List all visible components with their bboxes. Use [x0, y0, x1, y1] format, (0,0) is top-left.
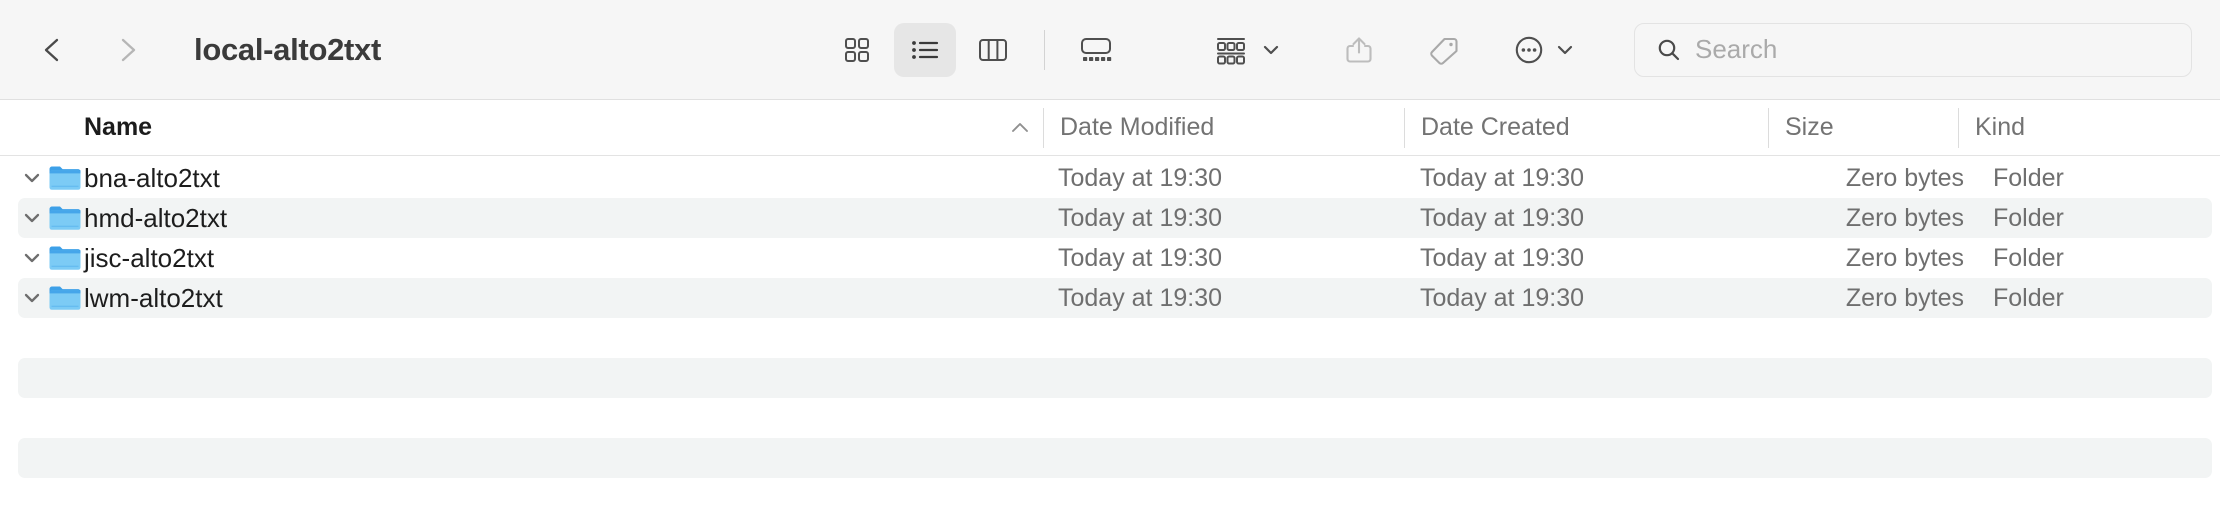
cell-date-modified: Today at 19:30 — [1058, 203, 1223, 232]
view-mode-switcher — [826, 22, 1127, 77]
finder-window: local-alto2txt Search Name Date Modified… — [0, 0, 2220, 510]
cell-date-modified: Today at 19:30 — [1058, 283, 1223, 312]
column-header-date-modified[interactable]: Date Modified — [1060, 100, 1214, 155]
cell-size: Zero bytes — [1845, 203, 1964, 232]
list-view-button[interactable] — [894, 22, 956, 77]
cell-kind: Folder — [1993, 283, 2064, 312]
cell-size: Zero bytes — [1845, 243, 1964, 272]
cell-size: Zero bytes — [1845, 163, 1964, 192]
column-view-icon — [979, 38, 1007, 61]
cell-size: Zero bytes — [1845, 283, 1964, 312]
cell-kind: Folder — [1993, 203, 2064, 232]
gallery-view-button[interactable] — [1065, 23, 1127, 77]
search-box[interactable] — [1634, 22, 2192, 77]
folder-icon — [49, 206, 81, 230]
empty-stripe-row — [18, 438, 2212, 478]
chevron-left-icon — [44, 38, 59, 61]
more-options-button[interactable] — [1504, 23, 1584, 77]
disclosure-triangle[interactable] — [18, 278, 46, 318]
empty-stripe-row — [18, 358, 2212, 398]
search-input[interactable] — [1695, 23, 2191, 76]
back-button[interactable] — [30, 27, 76, 73]
toolbar-actions — [1206, 23, 1584, 77]
disclosure-chevron-icon — [24, 213, 40, 223]
cell-kind: Folder — [1993, 243, 2064, 272]
share-icon — [1346, 36, 1372, 63]
more-circle-icon — [1515, 36, 1543, 63]
disclosure-chevron-icon — [24, 173, 40, 183]
grid-view-icon — [845, 37, 869, 62]
group-items-icon — [1217, 37, 1245, 64]
gallery-view-icon — [1081, 37, 1112, 61]
cell-name: lwm-alto2txt — [84, 282, 223, 313]
cell-date-created: Today at 19:30 — [1420, 163, 1585, 192]
sort-indicator-ascending — [1008, 100, 1032, 155]
cell-name: hmd-alto2txt — [84, 202, 228, 233]
toolbar-separator — [1044, 29, 1045, 70]
forward-button[interactable] — [104, 27, 150, 73]
column-header-row: Name Date Modified Date Created Size Kin… — [0, 100, 2220, 156]
column-header-name[interactable]: Name — [84, 100, 152, 155]
column-divider[interactable] — [1404, 108, 1405, 148]
table-row[interactable]: jisc-alto2txt Today at 19:30 Today at 19:3… — [18, 238, 2212, 278]
column-header-kind[interactable]: Kind — [1975, 100, 2025, 155]
column-view-button[interactable] — [962, 23, 1024, 77]
cell-date-modified: Today at 19:30 — [1058, 243, 1223, 272]
search-icon — [1655, 36, 1683, 64]
chevron-right-icon — [121, 38, 136, 61]
folder-icon — [49, 286, 81, 310]
table-row[interactable]: lwm-alto2txt Today at 19:30 Today at 19:30… — [18, 278, 2212, 318]
chevron-down-icon — [1557, 45, 1573, 54]
disclosure-chevron-icon — [24, 253, 40, 263]
folder-icon — [49, 246, 81, 270]
column-divider[interactable] — [1768, 108, 1769, 148]
folder-icon — [49, 166, 81, 190]
column-divider[interactable] — [1958, 108, 1959, 148]
file-icon — [48, 198, 82, 238]
table-row[interactable]: hmd-alto2txt Today at 19:30 Today at 19:30… — [18, 198, 2212, 238]
cell-name: bna-alto2txt — [84, 162, 220, 193]
chevron-down-icon — [1263, 45, 1279, 54]
column-header-size[interactable]: Size — [1785, 100, 1834, 155]
disclosure-triangle[interactable] — [18, 238, 46, 278]
cell-date-created: Today at 19:30 — [1420, 283, 1585, 312]
table-row[interactable]: bna-alto2txt Today at 19:30 Today at 19:30… — [18, 158, 2212, 198]
cell-date-created: Today at 19:30 — [1420, 203, 1585, 232]
disclosure-triangle[interactable] — [18, 198, 46, 238]
file-icon — [48, 238, 82, 278]
file-list: bna-alto2txt Today at 19:30 Today at 19:30… — [0, 156, 2220, 510]
navigation-buttons — [30, 27, 150, 73]
disclosure-chevron-icon — [24, 293, 40, 303]
toolbar: local-alto2txt — [0, 0, 2220, 100]
page-title: local-alto2txt — [194, 31, 382, 67]
file-icon — [48, 278, 82, 318]
tag-icon — [1430, 37, 1458, 65]
group-by-button[interactable] — [1206, 23, 1290, 77]
tags-button[interactable] — [1418, 23, 1470, 77]
icon-view-button[interactable] — [826, 23, 888, 77]
column-header-date-created[interactable]: Date Created — [1421, 100, 1570, 155]
cell-date-created: Today at 19:30 — [1420, 243, 1585, 272]
share-button[interactable] — [1334, 23, 1384, 77]
disclosure-triangle[interactable] — [18, 158, 46, 198]
cell-date-modified: Today at 19:30 — [1058, 163, 1223, 192]
cell-kind: Folder — [1993, 163, 2064, 192]
chevron-up-icon — [1012, 122, 1028, 132]
list-view-icon — [912, 40, 939, 59]
file-icon — [48, 158, 82, 198]
column-divider[interactable] — [1043, 108, 1044, 148]
cell-name: jisc-alto2txt — [84, 242, 215, 273]
